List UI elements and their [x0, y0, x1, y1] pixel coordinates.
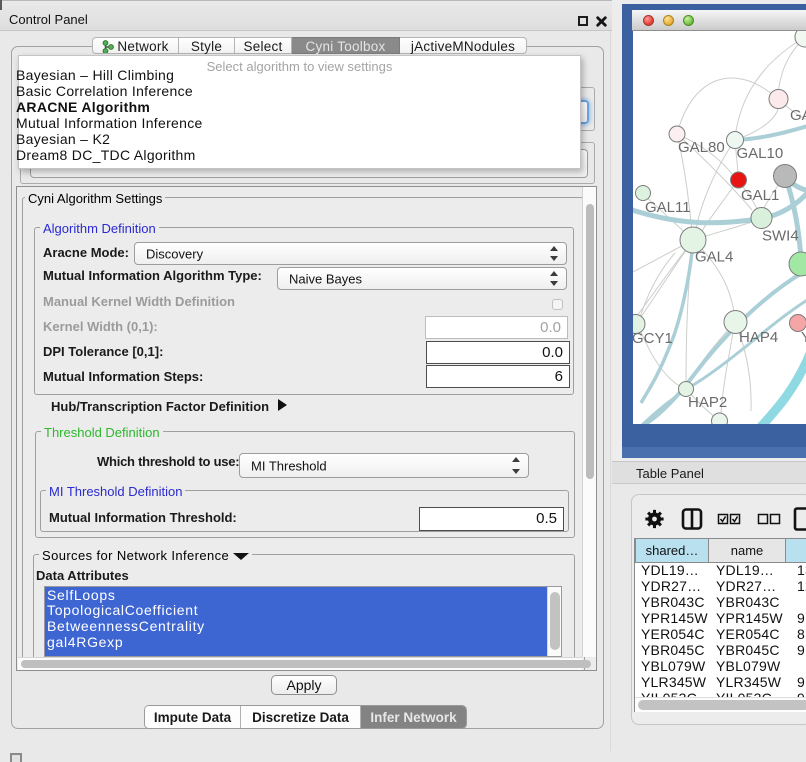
svg-text:GAL80: GAL80: [678, 139, 725, 156]
svg-text:HAP4: HAP4: [739, 329, 778, 346]
svg-text:GAL10: GAL10: [737, 145, 784, 162]
svg-text:GAL11: GAL11: [645, 199, 691, 216]
svg-text:Y: Y: [801, 329, 806, 346]
svg-text:GAL1: GAL1: [741, 187, 779, 204]
svg-text:HAP2: HAP2: [688, 394, 727, 411]
svg-text:GAL4: GAL4: [695, 249, 733, 266]
svg-text:GCY1: GCY1: [633, 330, 673, 347]
svg-text:SWI4: SWI4: [762, 228, 799, 245]
svg-text:GAL8: GAL8: [790, 107, 806, 124]
